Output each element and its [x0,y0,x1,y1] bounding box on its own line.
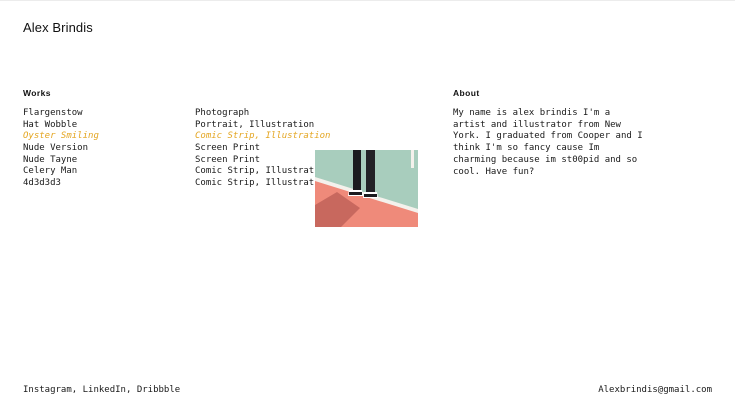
work-category: Screen Print [195,143,261,154]
work-title: Flargenstow [23,108,83,118]
link-separator: , [125,385,137,395]
work-category: Photograph [195,108,250,118]
work-title: Nude Tayne [23,154,78,165]
work-category: Comic Strip, Illustrat. [195,166,320,177]
instagram-link[interactable]: Instagram [23,385,72,395]
work-title: Hat Wobble [23,119,78,130]
about-heading: About [453,88,480,98]
work-category: Portrait, Illustration [195,119,315,130]
work-title: Nude Version [23,143,89,154]
work-item[interactable]: Hat Wobble Portrait, Illustration [23,120,323,132]
link-separator: , [71,385,83,395]
work-item[interactable]: Nude Tayne Screen Print [23,155,323,167]
work-category: Comic Strip, Illustration [195,131,331,142]
work-item[interactable]: Celery Man Comic Strip, Illustrat. [23,166,323,178]
email-link[interactable]: Alexbrindis@gmail.com [598,385,712,395]
social-links: Instagram, LinkedIn, Dribbble [23,385,180,395]
work-preview-image [315,150,418,227]
site-name[interactable]: Alex Brindis [23,20,93,35]
works-heading: Works [23,88,51,98]
work-category: Comic Strip, Illustrat. [195,178,320,189]
works-list: Flargenstow Photograph Hat Wobble Portra… [23,108,330,190]
top-divider [0,0,735,1]
work-title: Celery Man [23,166,78,177]
dribbble-link[interactable]: Dribbble [137,385,180,395]
work-category: Screen Print [195,154,261,165]
linkedin-link[interactable]: LinkedIn [83,385,126,395]
work-title: Oyster Smiling [23,131,99,142]
work-item[interactable]: Oyster Smiling Comic Strip, Illustration [23,131,330,143]
work-item[interactable]: Flargenstow Photograph [23,108,323,120]
work-item[interactable]: Nude Version Screen Print [23,143,323,155]
about-text: My name is alex brindis I'm a artist and… [453,108,643,177]
work-title: 4d3d3d3 [23,178,61,189]
work-item[interactable]: 4d3d3d3 Comic Strip, Illustrat. [23,178,323,190]
court-photo [315,150,418,227]
